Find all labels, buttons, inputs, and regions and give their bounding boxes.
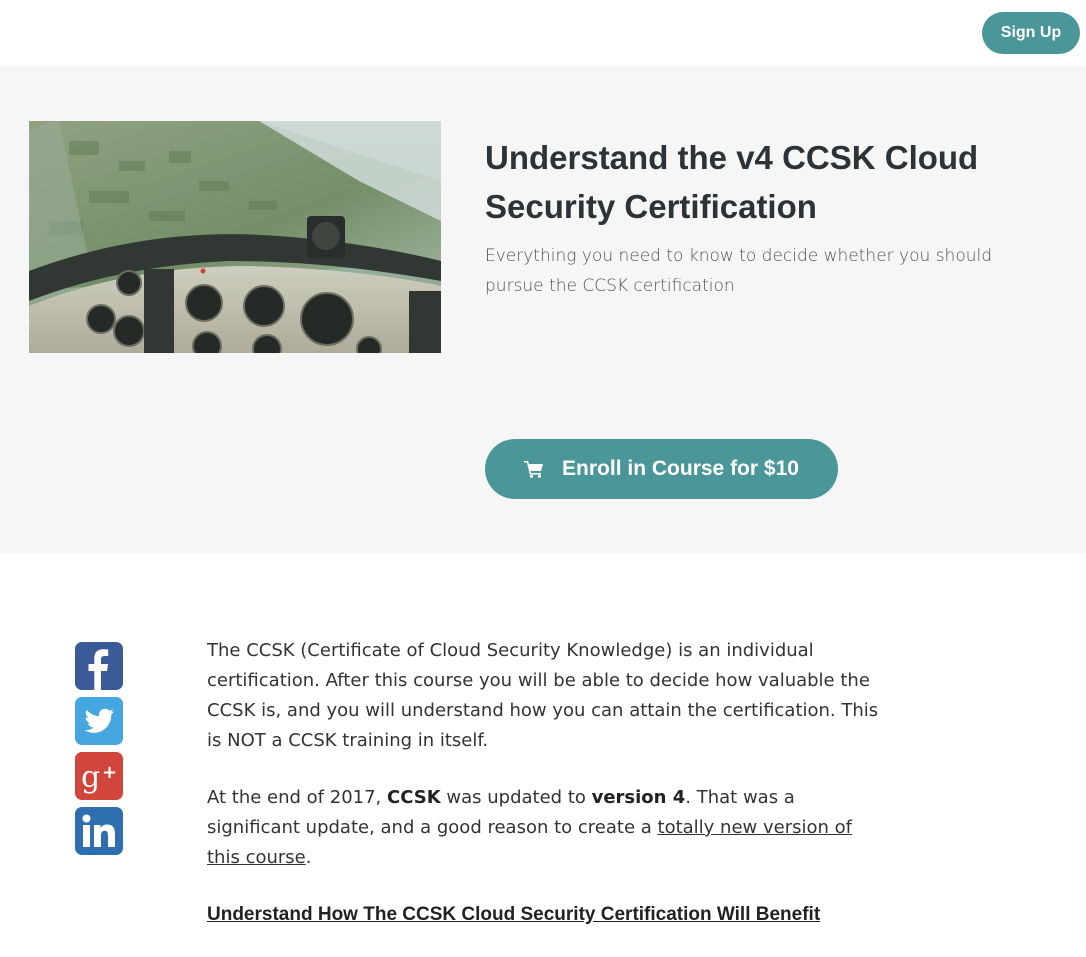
bold-ccsk: CCSK (387, 787, 441, 808)
top-navbar: Sign Up (0, 0, 1086, 66)
text-segment: At the end of 2017, (207, 787, 387, 808)
course-title: Understand the v4 CCSK Cloud Security Ce… (485, 139, 979, 225)
bold-version: version 4 (591, 787, 686, 808)
linkedin-icon[interactable] (75, 807, 123, 855)
twitter-icon[interactable] (75, 697, 123, 745)
course-image (29, 121, 441, 353)
svg-text:+: + (102, 762, 117, 783)
text-segment: . (305, 847, 312, 868)
course-description: The CCSK (Certificate of Cloud Security … (207, 636, 887, 957)
text-segment: was updated to (440, 787, 592, 808)
enroll-label: Enroll in Course for $10 (562, 457, 799, 480)
section-heading: Understand How The CCSK Cloud Security C… (207, 904, 821, 925)
enroll-button[interactable]: Enroll in Course for $10 (485, 439, 838, 499)
google-plus-icon[interactable]: g + (75, 752, 123, 800)
cart-icon (524, 460, 544, 478)
social-share-bar: g + (75, 642, 123, 862)
svg-text:g: g (81, 760, 100, 795)
description-paragraph-1: The CCSK (Certificate of Cloud Security … (207, 640, 879, 751)
course-subtitle: Everything you need to know to decide wh… (485, 246, 993, 296)
hero-section: Understand the v4 CCSK Cloud Security Ce… (0, 66, 1086, 553)
facebook-icon[interactable] (75, 642, 123, 690)
description-paragraph-2: At the end of 2017, CCSK was updated to … (207, 783, 887, 873)
sign-up-button[interactable]: Sign Up (982, 12, 1080, 54)
